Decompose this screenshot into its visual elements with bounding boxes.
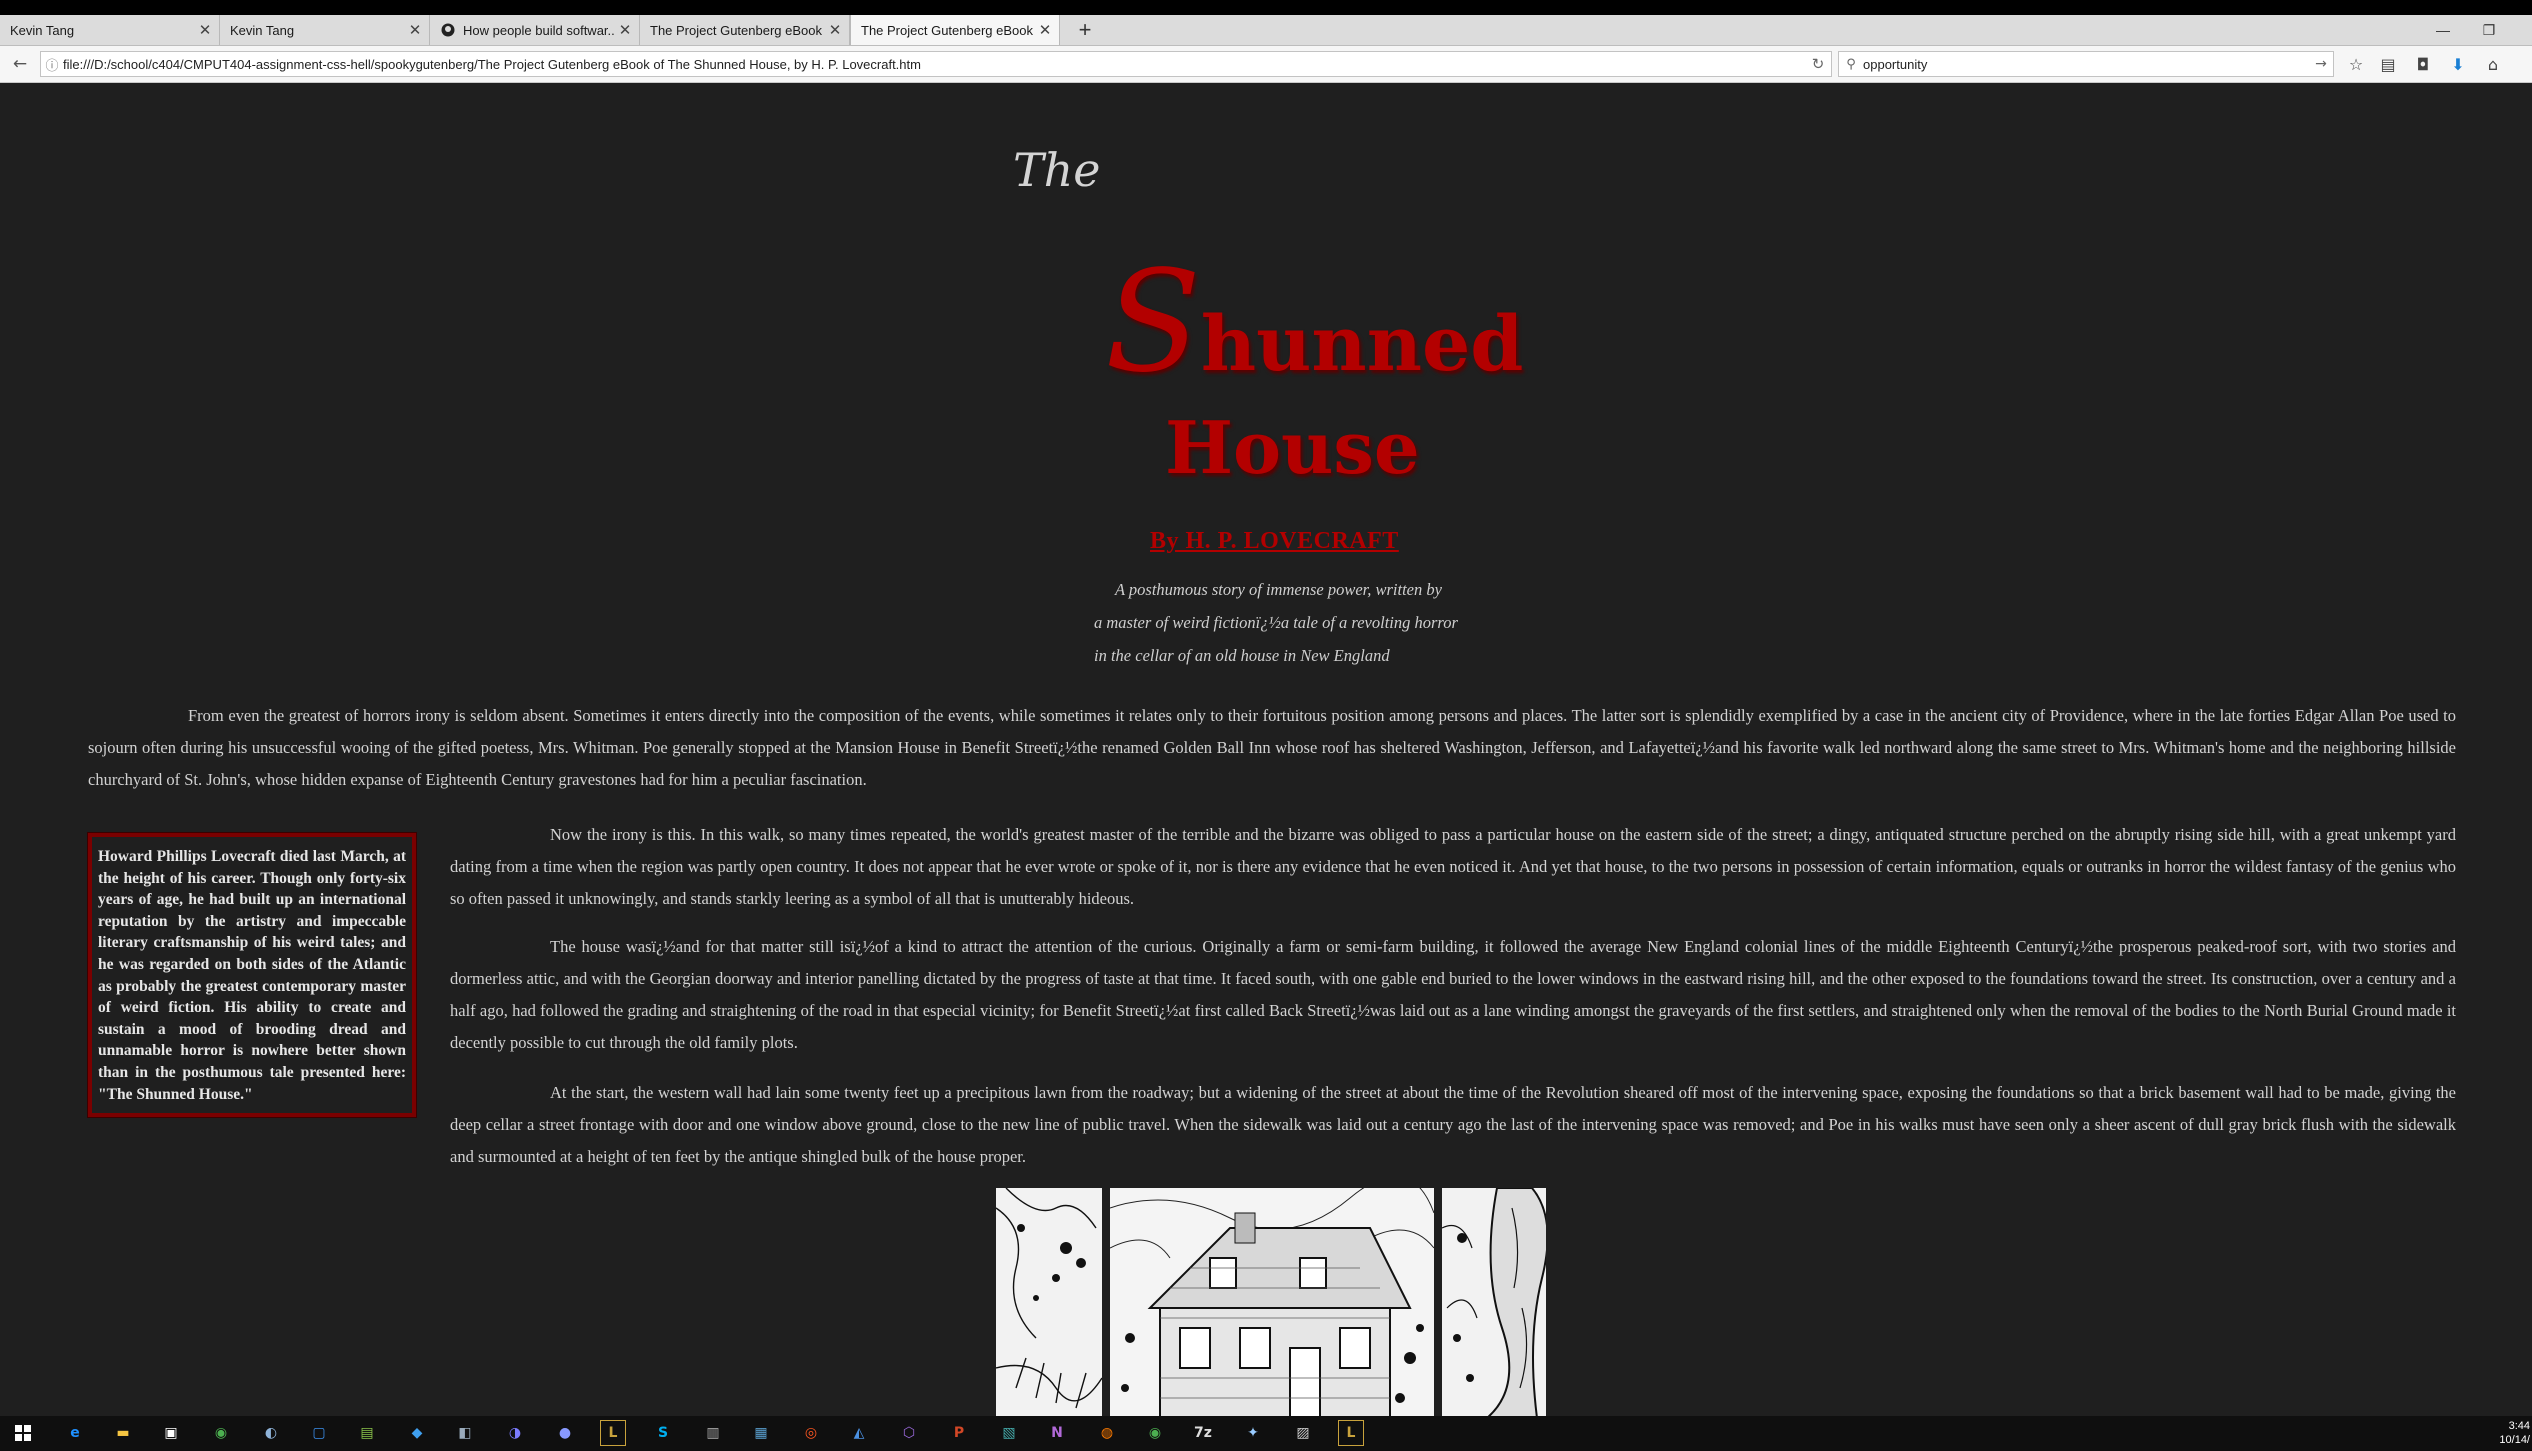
paragraph: Now the irony is this. In this walk, so … [450, 825, 2456, 908]
clock-time: 3:44 [2508, 1420, 2530, 1432]
bookmark-star-icon[interactable]: ☆ [2343, 52, 2369, 76]
discord-icon[interactable]: ● [552, 1420, 578, 1446]
app-icon[interactable]: ▦ [748, 1420, 774, 1446]
7zip-icon[interactable]: 7z [1190, 1420, 1216, 1446]
library-icon[interactable]: ▥ [700, 1420, 726, 1446]
tab-label: How people build softwar... [463, 22, 615, 38]
store-icon[interactable]: ▣ [158, 1420, 184, 1446]
file-explorer-icon[interactable]: ▬ [110, 1420, 136, 1446]
story-blurb: A posthumous story of immense power, wri… [1094, 573, 1458, 672]
close-icon[interactable]: ✕ [615, 21, 635, 39]
tab-label: The Project Gutenberg eBook ... [650, 22, 825, 38]
blurb-line: A posthumous story of immense power, wri… [1115, 580, 1442, 599]
restore-icon[interactable]: ❐ [2466, 15, 2512, 45]
tab-label: Kevin Tang [10, 22, 75, 38]
navigation-bar: ← ⓘ file:///D:/school/c404/CMPUT404-assi… [0, 46, 2532, 83]
windows-start-icon[interactable] [10, 1420, 36, 1446]
close-icon[interactable]: ✕ [195, 21, 215, 39]
windows-taskbar: e ▬ ▣ ◉ ◐ ▢ ▤ ◆ ◧ ◑ ● L S ▥ ▦ ◎ ◭ ⬡ P ▧ … [0, 1416, 2532, 1451]
reload-icon[interactable]: ↻ [1805, 55, 1831, 73]
tab-kevin-tang-1[interactable]: Kevin Tang ✕ [0, 15, 220, 45]
title-drop-cap: S [1105, 241, 1201, 404]
pocket-icon[interactable]: ◘ [2410, 52, 2436, 76]
download-icon[interactable]: ⬇ [2445, 52, 2471, 76]
app-icon[interactable]: ✦ [1240, 1420, 1266, 1446]
info-icon[interactable]: ⓘ [41, 55, 63, 74]
close-icon[interactable]: ✕ [405, 21, 425, 39]
back-arrow-icon[interactable]: ← [8, 52, 32, 76]
title-shunned-rest: hunned [1200, 299, 1524, 388]
address-bar[interactable]: ⓘ file:///D:/school/c404/CMPUT404-assign… [40, 51, 1832, 77]
illustration-left-panel [996, 1188, 1102, 1416]
search-input[interactable] [1863, 56, 2309, 72]
illustration-tree-panel [1442, 1188, 1546, 1416]
tab-bar: Kevin Tang ✕ Kevin Tang ✕ How people bui… [0, 15, 2532, 46]
illustration-house-panel [1110, 1188, 1434, 1416]
reading-list-icon[interactable]: ▤ [2375, 52, 2401, 76]
firefox-icon[interactable]: ◍ [1094, 1420, 1120, 1446]
close-icon[interactable]: ✕ [1035, 21, 1055, 39]
github-icon [440, 22, 456, 38]
app-icon[interactable]: ▨ [1290, 1420, 1316, 1446]
league-icon[interactable]: L [1338, 1420, 1364, 1446]
close-icon[interactable]: ✕ [825, 21, 845, 39]
paragraph: The house wasï¿½and for that matter stil… [450, 937, 2456, 1052]
new-tab-button[interactable]: + [1070, 15, 1100, 45]
notepad-icon[interactable]: ▤ [354, 1420, 380, 1446]
title-house: House [1165, 405, 1420, 490]
author-byline: By H. P. LOVECRAFT [1150, 528, 1399, 554]
league-icon[interactable]: L [600, 1420, 626, 1446]
search-bar[interactable]: ⚲ → [1838, 51, 2334, 77]
author-note-box: Howard Phillips Lovecraft died last Marc… [87, 831, 417, 1119]
page-viewport: The Shunned House By H. P. LOVECRAFT A p… [0, 83, 2532, 1416]
tab-github[interactable]: How people build softwar... ✕ [430, 15, 640, 45]
clock-date: 10/14/ [2499, 1434, 2530, 1446]
blurb-line: in the cellar of an old house in New Eng… [1094, 646, 1390, 665]
chrome-icon[interactable]: ◉ [208, 1420, 234, 1446]
window-top-strip [0, 0, 2532, 15]
eclipse-icon[interactable]: ◑ [502, 1420, 528, 1446]
minimize-icon[interactable]: — [2420, 15, 2466, 45]
app-icon[interactable]: ⬡ [896, 1420, 922, 1446]
paragraph: At the start, the western wall had lain … [450, 1083, 2456, 1166]
title-the: The [1013, 143, 1101, 197]
title-shunned: Shunned [1105, 241, 1523, 404]
edge-icon[interactable]: e [62, 1420, 88, 1446]
tab-label: The Project Gutenberg eBook ... [861, 22, 1035, 38]
ubuntu-icon[interactable]: ◎ [798, 1420, 824, 1446]
url-text: file:///D:/school/c404/CMPUT404-assignme… [63, 56, 921, 72]
go-arrow-icon[interactable]: → [2309, 56, 2333, 72]
system-clock[interactable]: 3:44 10/14/ [2490, 1419, 2530, 1447]
tab-gutenberg-active[interactable]: The Project Gutenberg eBook ... ✕ [850, 15, 1060, 45]
tab-gutenberg-1[interactable]: The Project Gutenberg eBook ... ✕ [640, 15, 850, 45]
skype-icon[interactable]: S [650, 1420, 676, 1446]
app-icon[interactable]: ▢ [306, 1420, 332, 1446]
remote-icon[interactable]: ◧ [452, 1420, 478, 1446]
home-icon[interactable]: ⌂ [2480, 52, 2506, 76]
paragraph: From even the greatest of horrors irony … [88, 706, 2456, 789]
app-icon[interactable]: ◭ [846, 1420, 872, 1446]
tab-label: Kevin Tang [230, 22, 295, 38]
tab-kevin-tang-2[interactable]: Kevin Tang ✕ [220, 15, 430, 45]
search-icon: ⚲ [1846, 56, 1856, 72]
steam-icon[interactable]: ◐ [258, 1420, 284, 1446]
app-icon[interactable]: ▧ [996, 1420, 1022, 1446]
blurb-line: a master of weird fictionï¿½a tale of a … [1094, 613, 1458, 632]
onenote-icon[interactable]: N [1044, 1420, 1070, 1446]
chrome-icon[interactable]: ◉ [1142, 1420, 1168, 1446]
vscode-icon[interactable]: ◆ [404, 1420, 430, 1446]
powerpoint-icon[interactable]: P [946, 1420, 972, 1446]
